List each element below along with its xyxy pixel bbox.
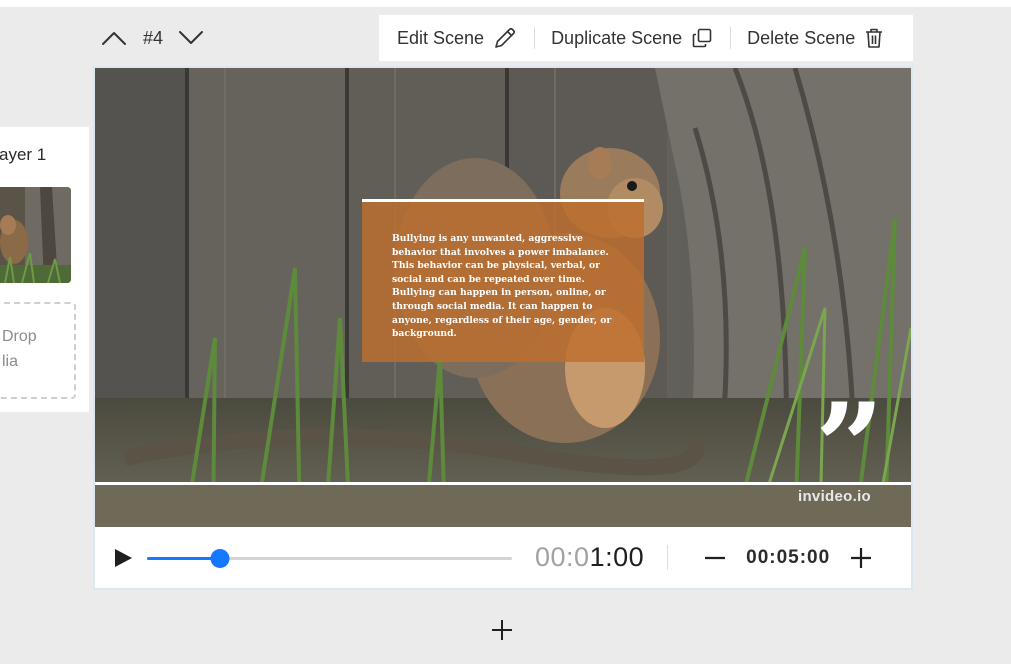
scene-navigation: #4 <box>100 24 205 52</box>
top-strip <box>0 0 1011 7</box>
media-drop-zone[interactable]: Drop lia <box>0 302 76 399</box>
duplicate-scene-button[interactable]: Duplicate Scene <box>551 27 713 49</box>
trash-icon <box>866 28 883 48</box>
seek-progress <box>147 556 220 560</box>
layer-thumbnail[interactable] <box>0 187 71 283</box>
previous-scene-button[interactable] <box>100 24 128 52</box>
toolbar-divider <box>534 27 536 49</box>
scene-duration: 00:05:00 <box>746 546 831 568</box>
plus-icon <box>492 620 512 640</box>
chevron-up-icon <box>102 32 126 45</box>
seek-bar[interactable] <box>147 548 512 568</box>
video-canvas[interactable]: Bullying is any unwanted, aggressive beh… <box>95 68 911 527</box>
current-time: 00:01:00 <box>535 542 644 573</box>
seek-handle[interactable] <box>210 548 230 568</box>
watermark: invideo.io <box>798 488 872 505</box>
duplicate-scene-label: Duplicate Scene <box>551 27 683 48</box>
delete-scene-label: Delete Scene <box>747 27 856 48</box>
duplicate-icon <box>692 28 712 48</box>
pencil-icon <box>495 27 516 48</box>
overlay-text: Bullying is any unwanted, aggressive beh… <box>392 233 612 340</box>
scene-toolbar: Edit Scene Duplicate Scene Delete Scene <box>379 15 913 61</box>
layer-title: ayer 1 <box>0 145 47 164</box>
edit-scene-label: Edit Scene <box>397 27 485 48</box>
current-time-bright: 1:00 <box>589 542 645 572</box>
next-scene-button[interactable] <box>177 24 205 52</box>
text-overlay-box[interactable]: Bullying is any unwanted, aggressive beh… <box>362 199 644 362</box>
chevron-down-icon <box>179 31 204 44</box>
caption-divider-line <box>95 482 911 485</box>
decrease-duration-button[interactable] <box>704 547 726 569</box>
increase-duration-button[interactable] <box>850 547 872 569</box>
edit-scene-button[interactable]: Edit Scene <box>397 26 517 50</box>
play-icon[interactable] <box>113 547 133 569</box>
add-scene-button[interactable] <box>490 618 514 642</box>
drop-zone-text: Drop lia <box>2 328 37 370</box>
toolbar-divider <box>730 27 732 49</box>
plus-icon <box>851 547 872 568</box>
player-controls: 00:01:00 00:05:00 <box>95 527 911 588</box>
scene-number: #4 <box>143 27 164 48</box>
controls-divider <box>667 545 669 570</box>
delete-scene-button[interactable]: Delete Scene <box>747 27 884 49</box>
minus-icon <box>705 556 726 559</box>
layer-panel: ayer 1 Drop lia <box>0 127 89 412</box>
scene-preview: Bullying is any unwanted, aggressive beh… <box>93 66 913 590</box>
current-time-dim: 00:0 <box>535 542 590 572</box>
